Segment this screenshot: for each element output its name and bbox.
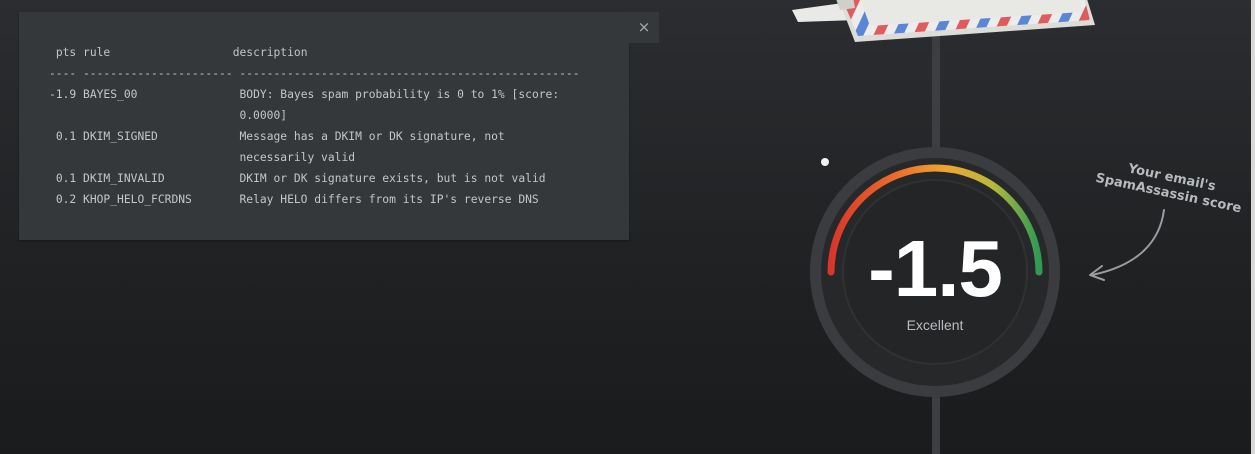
row-rule: DKIM_SIGNED (83, 130, 158, 143)
close-icon[interactable]: × (629, 12, 659, 43)
spam-report-panel: pts rule description ---- --------------… (19, 12, 629, 240)
header-description: description (232, 46, 308, 59)
score-gauge: -1.5 Excellent (810, 147, 1060, 397)
envelopes-illustration (792, 0, 1095, 42)
page-scrollbar[interactable] (1251, 0, 1255, 454)
curved-arrow-icon (1089, 209, 1165, 281)
row-description: Relay HELO differs from its IP's reverse… (239, 193, 539, 206)
row-rule: KHOP_HELO_FCRDNS (83, 193, 192, 206)
spam-report-table: pts rule description ---- --------------… (49, 42, 580, 210)
row-rule: DKIM_INVALID (83, 172, 165, 185)
row-pts: 0.1 (55, 130, 77, 143)
row-rule: BAYES_00 (83, 88, 138, 101)
table-row: 0.2 KHOP_HELO_FCRDNS Relay HELO differs … (49, 193, 539, 206)
table-row: 0.1 DKIM_INVALID DKIM or DK signature ex… (49, 172, 546, 185)
row-description: DKIM or DK signature exists, but is not … (239, 172, 546, 185)
score-rating: Excellent (906, 317, 964, 333)
close-button[interactable]: × (629, 12, 659, 43)
table-row: -1.9 BAYES_00 BODY: Bayes spam probabili… (49, 88, 559, 101)
row-pts: -1.9 (49, 88, 77, 101)
header-rule: rule (83, 46, 111, 59)
report-separator: ---- ---------------------- ------------… (49, 67, 580, 80)
table-row: 0.1 DKIM_SIGNED Message has a DKIM or DK… (49, 130, 505, 143)
row-pts: 0.1 (55, 172, 77, 185)
row-description-cont: necessarily valid (239, 151, 356, 164)
row-description: BODY: Bayes spam probability is 0 to 1% … (239, 88, 560, 101)
report-header-row: pts rule description (49, 46, 308, 59)
row-description-cont: 0.0000] (239, 109, 288, 122)
header-pts: pts (55, 46, 77, 59)
score-value: -1.5 (868, 224, 1003, 313)
row-description: Message has a DKIM or DK signature, not (239, 130, 505, 143)
row-pts: 0.2 (55, 193, 77, 206)
